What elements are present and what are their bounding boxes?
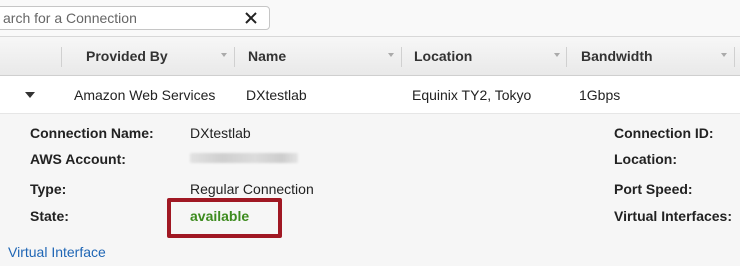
column-divider [401, 47, 402, 67]
location-label: Location: [614, 151, 677, 167]
sort-dropdown-icon[interactable] [554, 53, 560, 57]
column-divider [234, 47, 235, 67]
sort-dropdown-icon[interactable] [221, 53, 227, 57]
search-input[interactable] [3, 8, 233, 28]
clear-search-icon[interactable] [243, 10, 259, 26]
column-divider [61, 47, 62, 67]
column-header-bandwidth[interactable]: Bandwidth [581, 37, 653, 75]
search-bar [0, 0, 740, 36]
connection-name-label: Connection Name: [30, 125, 154, 141]
search-box[interactable] [0, 6, 270, 30]
table-row[interactable]: Amazon Web Services DXtestlab Equinix TY… [0, 76, 740, 114]
highlight-annotation-box [167, 198, 282, 238]
connection-name-value: DXtestlab [190, 125, 251, 141]
virtual-interfaces-label: Virtual Interfaces: [614, 208, 733, 224]
virtual-interface-link[interactable]: Virtual Interface [8, 244, 106, 260]
sort-dropdown-icon[interactable] [388, 53, 394, 57]
type-label: Type: [30, 181, 67, 197]
column-header-name[interactable]: Name [248, 37, 286, 75]
state-label: State: [30, 208, 69, 224]
table-header: Provided By Name Location Bandwidth [0, 36, 740, 76]
redacted-account-value [190, 153, 298, 163]
port-speed-label: Port Speed: [614, 181, 693, 197]
column-header-location[interactable]: Location [414, 37, 472, 75]
cell-name: DXtestlab [246, 87, 307, 103]
connection-id-label: Connection ID: [614, 125, 714, 141]
column-header-provided-by[interactable]: Provided By [86, 37, 168, 75]
column-divider [566, 47, 567, 67]
expand-triangle-icon[interactable] [25, 92, 35, 98]
aws-account-label: AWS Account: [30, 151, 126, 167]
type-value: Regular Connection [190, 181, 314, 197]
cell-provided-by: Amazon Web Services [74, 87, 216, 103]
column-divider [734, 47, 735, 67]
sort-dropdown-icon[interactable] [721, 53, 727, 57]
cell-location: Equinix TY2, Tokyo [412, 87, 532, 103]
cell-bandwidth: 1Gbps [579, 87, 621, 103]
